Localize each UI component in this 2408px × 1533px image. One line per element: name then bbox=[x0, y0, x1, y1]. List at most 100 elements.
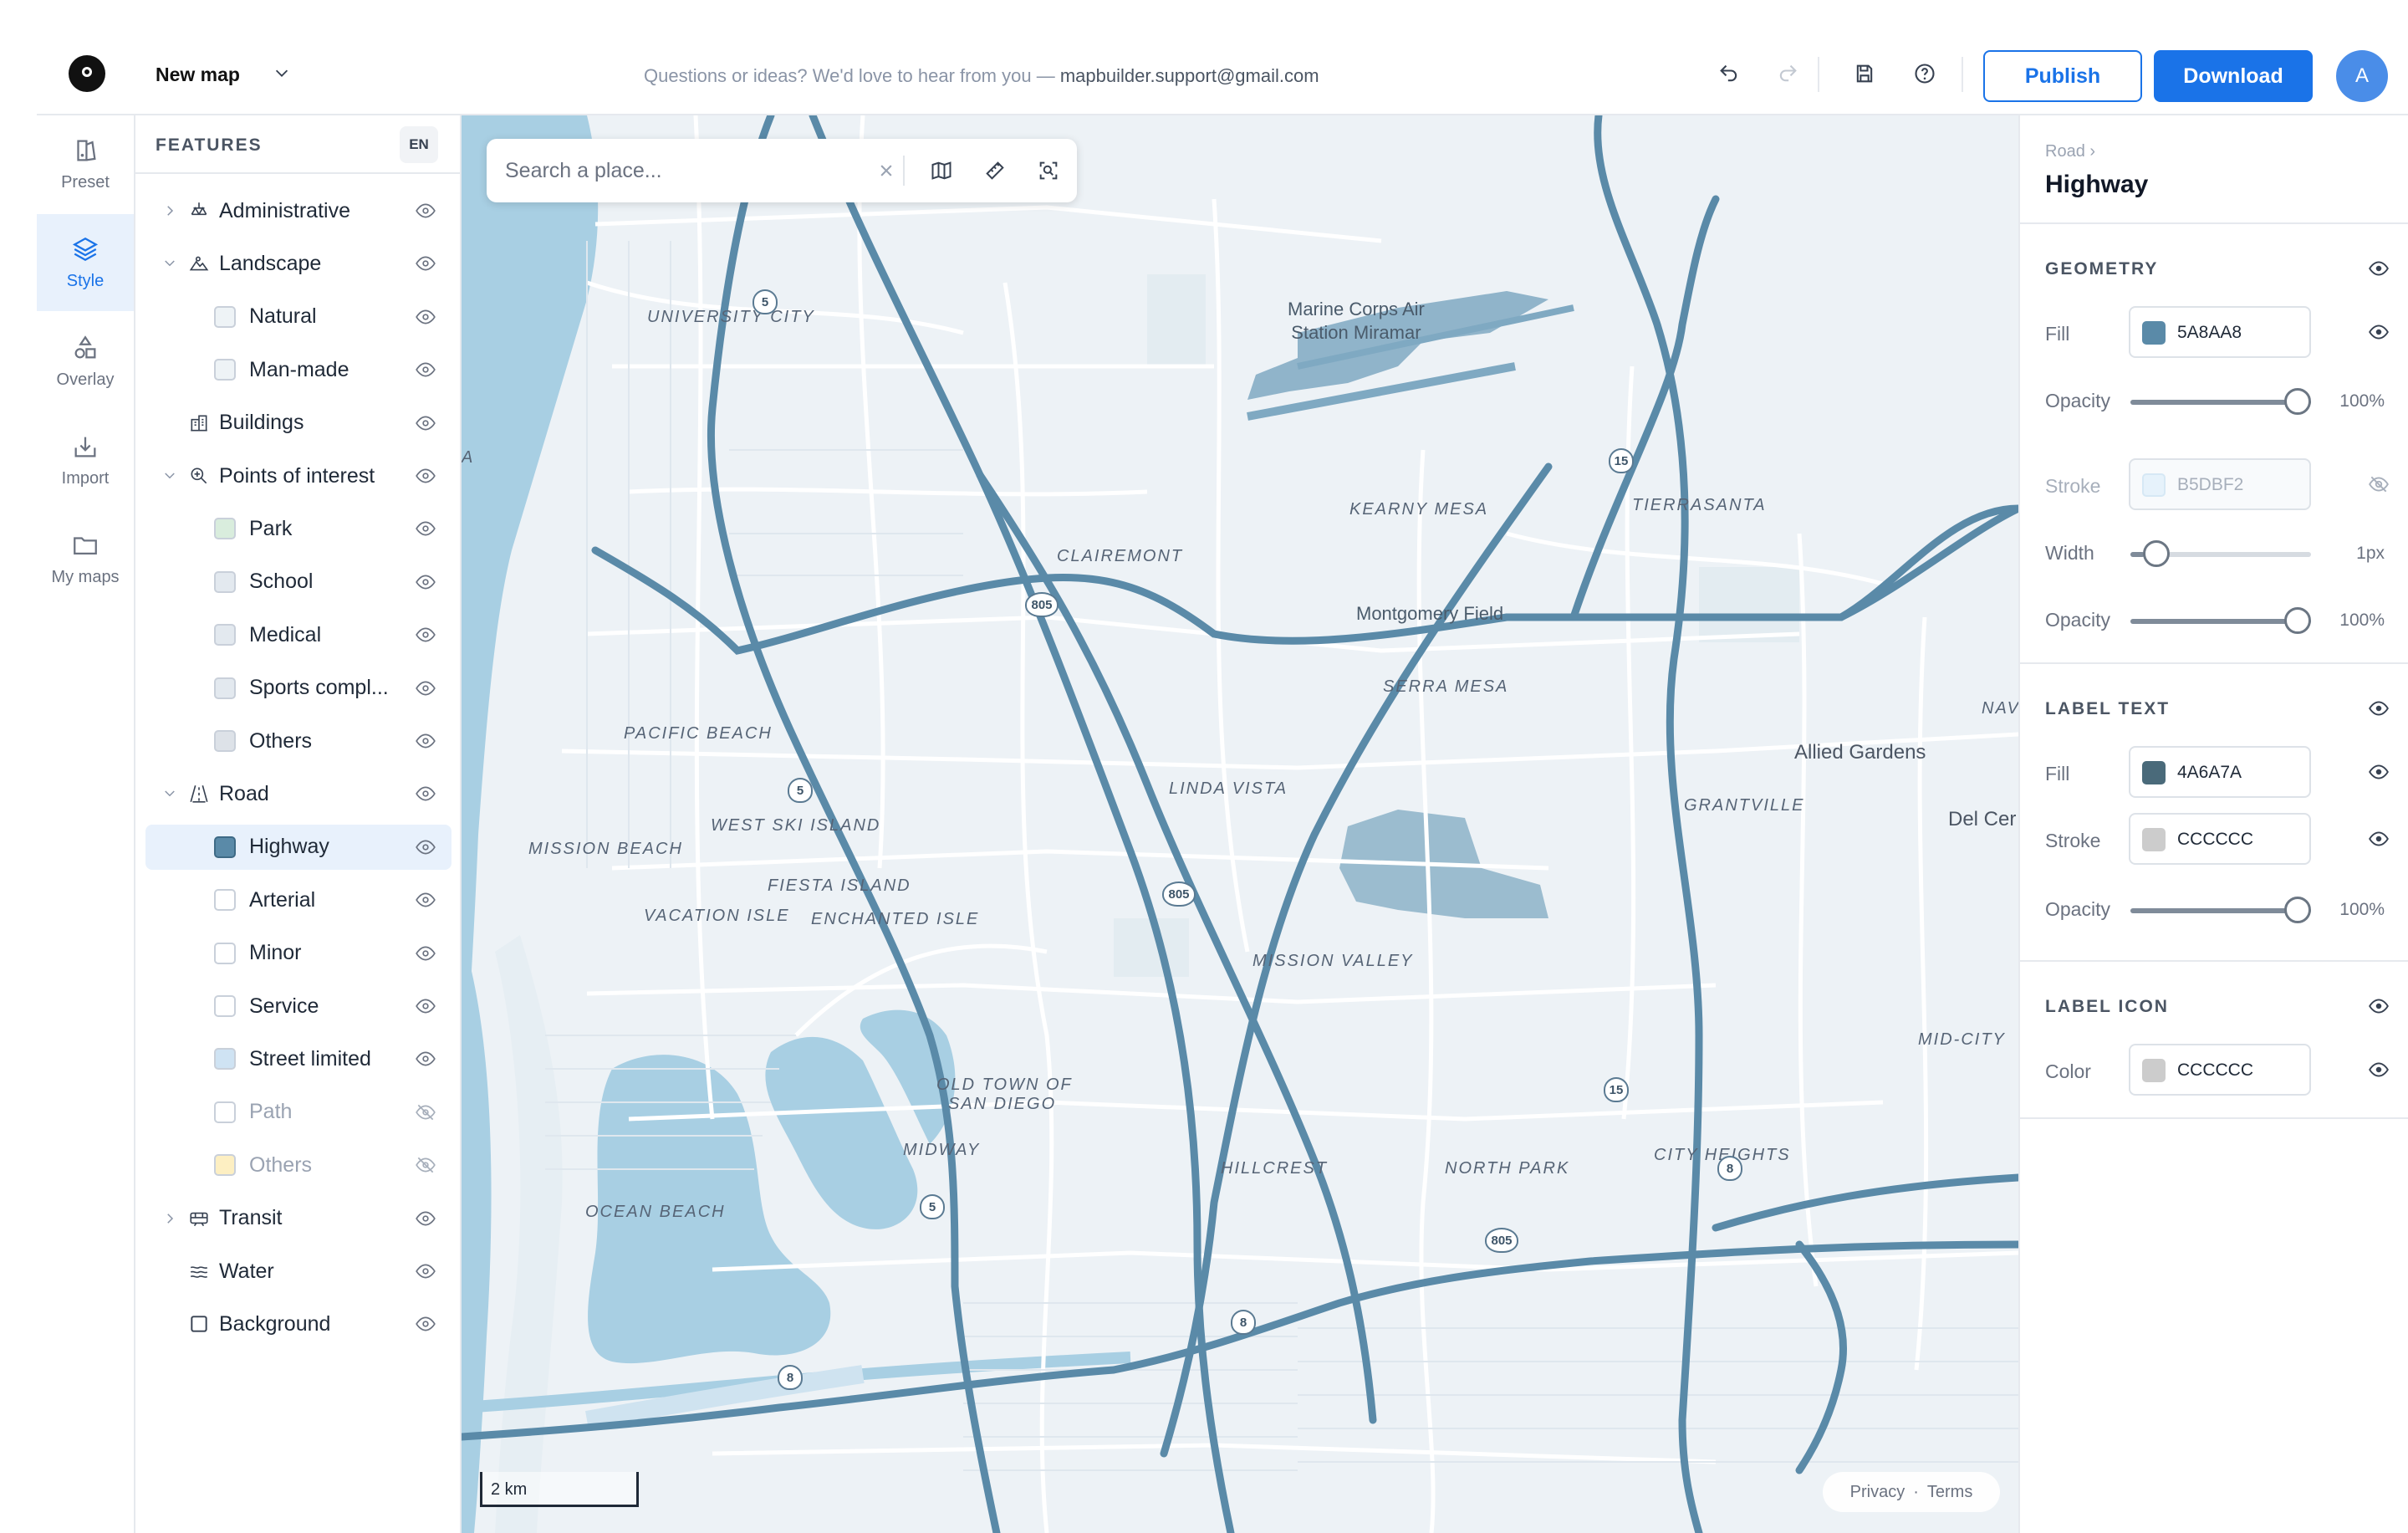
locate-area-icon[interactable] bbox=[1035, 157, 1062, 184]
feature-row-others[interactable]: Others bbox=[145, 1142, 452, 1188]
terms-link[interactable]: Terms bbox=[1927, 1483, 1972, 1502]
app-logo-icon[interactable] bbox=[69, 55, 105, 92]
rail-item-overlay[interactable]: Overlay bbox=[37, 313, 134, 410]
slider-knob[interactable] bbox=[2284, 607, 2311, 634]
feature-row-water[interactable]: Water bbox=[145, 1249, 452, 1294]
rail-item-import[interactable]: Import bbox=[37, 411, 134, 508]
eye-icon[interactable] bbox=[413, 887, 438, 912]
feature-row-minor[interactable]: Minor bbox=[145, 931, 452, 976]
feature-row-background[interactable]: Background bbox=[145, 1301, 452, 1346]
geometry-fill-color-field[interactable]: 5A8AA8 bbox=[2129, 306, 2311, 358]
chevron-down-icon[interactable] bbox=[161, 467, 179, 485]
eye-icon[interactable] bbox=[413, 1311, 438, 1336]
chevron-down-icon[interactable] bbox=[161, 254, 179, 273]
feature-color-swatch[interactable] bbox=[214, 570, 236, 593]
feature-row-natural[interactable]: Natural bbox=[145, 294, 452, 340]
eye-icon[interactable] bbox=[413, 622, 438, 647]
help-icon[interactable] bbox=[1910, 59, 1940, 89]
eye-off-icon[interactable] bbox=[413, 1100, 438, 1125]
rail-item-style[interactable]: Style bbox=[37, 214, 134, 311]
chevron-right-icon[interactable] bbox=[161, 1209, 179, 1228]
feature-color-swatch[interactable] bbox=[214, 305, 236, 328]
feature-row-administrative[interactable]: Administrative bbox=[145, 188, 452, 233]
support-email-link[interactable]: mapbuilder.support@gmail.com bbox=[1060, 65, 1319, 86]
feature-row-park[interactable]: Park bbox=[145, 506, 452, 551]
geometry-stroke-opacity-slider[interactable] bbox=[2130, 607, 2311, 634]
clear-search-icon[interactable] bbox=[873, 157, 900, 184]
eye-icon[interactable] bbox=[413, 357, 438, 382]
slider-knob[interactable] bbox=[2284, 388, 2311, 415]
eye-icon[interactable] bbox=[413, 1206, 438, 1231]
chevron-down-icon[interactable] bbox=[269, 60, 294, 85]
label-text-stroke-color-field[interactable]: CCCCCC bbox=[2129, 813, 2311, 865]
eye-icon[interactable] bbox=[2366, 994, 2391, 1019]
eye-icon[interactable] bbox=[2366, 256, 2391, 281]
eye-icon[interactable] bbox=[413, 1046, 438, 1071]
rail-item-preset[interactable]: Preset bbox=[37, 115, 134, 212]
feature-row-road[interactable]: Road bbox=[145, 771, 452, 816]
feature-row-sports-compl[interactable]: Sports compl... bbox=[145, 666, 452, 711]
feature-row-others[interactable]: Others bbox=[145, 718, 452, 764]
feature-row-highway[interactable]: Highway bbox=[145, 824, 452, 870]
eye-icon[interactable] bbox=[413, 516, 438, 541]
eye-icon[interactable] bbox=[2366, 759, 2391, 784]
eye-icon[interactable] bbox=[2366, 826, 2391, 851]
eye-icon[interactable] bbox=[413, 781, 438, 806]
geometry-stroke-color-field[interactable]: B5DBF2 bbox=[2129, 458, 2311, 510]
privacy-link[interactable]: Privacy bbox=[1850, 1483, 1905, 1502]
label-text-fill-color-field[interactable]: 4A6A7A bbox=[2129, 746, 2311, 798]
breadcrumb[interactable]: Road › bbox=[2045, 142, 2095, 161]
map-title[interactable]: New map bbox=[156, 64, 240, 86]
feature-color-swatch[interactable] bbox=[214, 677, 236, 699]
map-view-icon[interactable] bbox=[928, 157, 955, 184]
eye-icon[interactable] bbox=[413, 941, 438, 966]
feature-color-swatch[interactable] bbox=[214, 730, 236, 752]
map-canvas[interactable]: UNIVERSITY CITY Marine Corps Air Station… bbox=[462, 115, 2018, 1533]
eye-off-icon[interactable] bbox=[413, 1152, 438, 1178]
feature-color-swatch[interactable] bbox=[214, 624, 236, 646]
feature-row-transit[interactable]: Transit bbox=[145, 1196, 452, 1241]
rail-item-my-maps[interactable]: My maps bbox=[37, 510, 134, 607]
redo-icon[interactable] bbox=[1773, 59, 1803, 89]
eye-icon[interactable] bbox=[413, 835, 438, 860]
eye-icon[interactable] bbox=[413, 251, 438, 276]
chevron-right-icon[interactable] bbox=[161, 202, 179, 220]
eye-icon[interactable] bbox=[413, 728, 438, 754]
eye-off-icon[interactable] bbox=[2366, 472, 2391, 497]
eye-icon[interactable] bbox=[413, 411, 438, 436]
eye-icon[interactable] bbox=[413, 676, 438, 701]
publish-button[interactable]: Publish bbox=[1983, 50, 2142, 102]
save-icon[interactable] bbox=[1849, 59, 1880, 89]
feature-color-swatch[interactable] bbox=[214, 1154, 236, 1177]
eye-icon[interactable] bbox=[413, 463, 438, 488]
geometry-width-slider[interactable] bbox=[2130, 540, 2311, 567]
feature-row-path[interactable]: Path bbox=[145, 1090, 452, 1135]
feature-row-school[interactable]: School bbox=[145, 560, 452, 605]
eye-icon[interactable] bbox=[413, 198, 438, 223]
feature-color-swatch[interactable] bbox=[214, 518, 236, 540]
feature-row-medical[interactable]: Medical bbox=[145, 612, 452, 657]
eye-icon[interactable] bbox=[413, 570, 438, 595]
feature-row-service[interactable]: Service bbox=[145, 984, 452, 1029]
feature-row-street-limited[interactable]: Street limited bbox=[145, 1036, 452, 1081]
feature-color-swatch[interactable] bbox=[214, 995, 236, 1017]
chevron-down-icon[interactable] bbox=[161, 784, 179, 803]
language-toggle[interactable]: EN bbox=[400, 126, 438, 163]
label-icon-color-field[interactable]: CCCCCC bbox=[2129, 1044, 2311, 1096]
eye-icon[interactable] bbox=[413, 994, 438, 1019]
measure-ruler-icon[interactable] bbox=[982, 157, 1008, 184]
eye-icon[interactable] bbox=[413, 304, 438, 330]
feature-row-landscape[interactable]: Landscape bbox=[145, 241, 452, 286]
slider-knob[interactable] bbox=[2142, 540, 2170, 567]
eye-icon[interactable] bbox=[2366, 319, 2391, 345]
feature-color-swatch[interactable] bbox=[214, 942, 236, 964]
feature-color-swatch[interactable] bbox=[214, 889, 236, 912]
feature-row-buildings[interactable]: Buildings bbox=[145, 401, 452, 446]
feature-row-arterial[interactable]: Arterial bbox=[145, 877, 452, 922]
feature-color-swatch[interactable] bbox=[214, 835, 236, 858]
label-text-opacity-slider[interactable] bbox=[2130, 897, 2311, 923]
place-search-input[interactable] bbox=[505, 152, 839, 189]
feature-color-swatch[interactable] bbox=[214, 1048, 236, 1071]
feature-color-swatch[interactable] bbox=[214, 1101, 236, 1123]
eye-icon[interactable] bbox=[413, 1259, 438, 1284]
